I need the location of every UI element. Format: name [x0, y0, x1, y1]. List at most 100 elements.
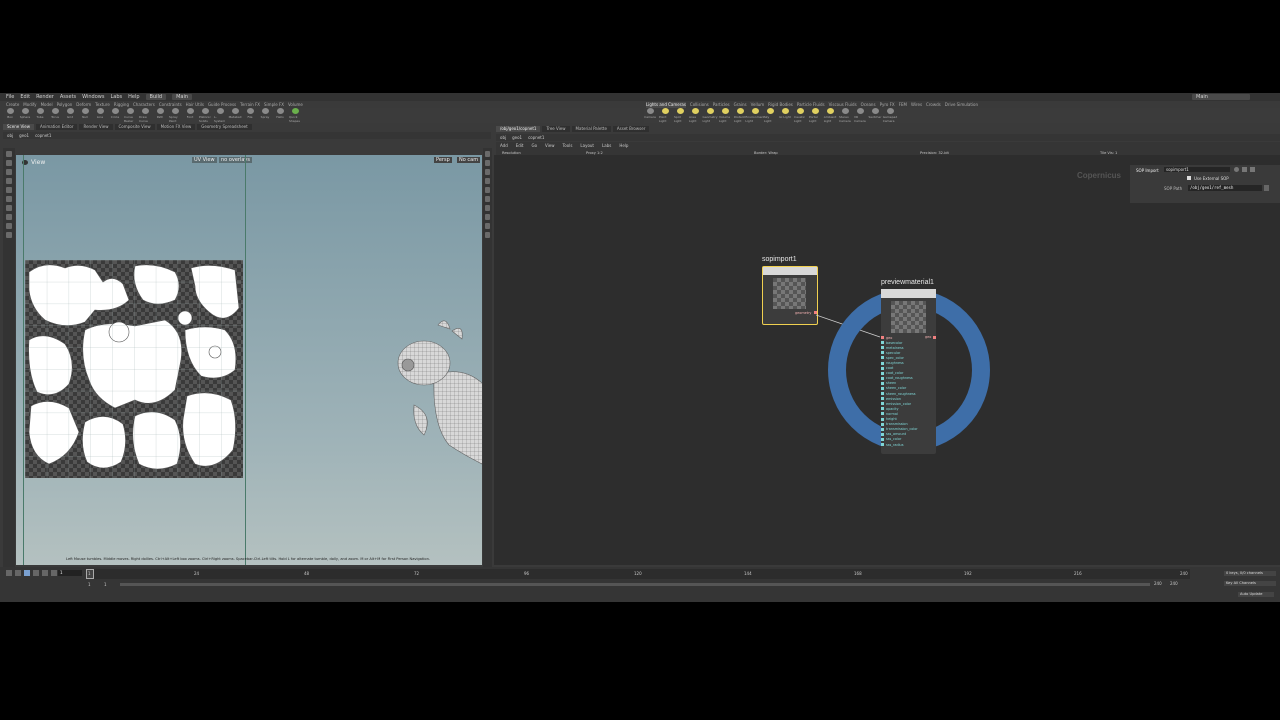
- timeline-track[interactable]: 1 24 48 72 96 120 144 168 192 216 240: [86, 569, 1190, 579]
- input-port[interactable]: transmission_color: [881, 427, 918, 432]
- net-menu-layout[interactable]: Layout: [580, 143, 594, 148]
- tool-circle[interactable]: Circle: [109, 108, 121, 119]
- tab-animation-editor[interactable]: Animation Editor: [35, 124, 78, 130]
- camera-menu[interactable]: No cam: [457, 157, 481, 163]
- menu-assets[interactable]: Assets: [60, 94, 76, 100]
- tab-render-view[interactable]: Render View: [79, 124, 113, 130]
- tool-platonic[interactable]: Platonic Solids: [199, 108, 211, 123]
- step-forward-icon[interactable]: [42, 570, 48, 576]
- input-port[interactable]: sheen_roughness: [881, 391, 918, 396]
- tool-lsystem[interactable]: L-System: [214, 108, 226, 123]
- tool-spray-paint[interactable]: Spray Paint: [169, 108, 181, 123]
- tab-material-palette[interactable]: Material Palette: [571, 126, 611, 132]
- desktop-right[interactable]: Main: [1192, 94, 1250, 100]
- current-frame-field[interactable]: 1: [58, 570, 82, 576]
- camera-persp-menu[interactable]: Persp: [434, 157, 452, 163]
- net-menu-view[interactable]: View: [545, 143, 555, 148]
- tool-gamepad-camera[interactable]: Gamepad Camera: [883, 108, 897, 123]
- tool-portal-light[interactable]: Portal Light: [809, 108, 821, 123]
- tool-box[interactable]: Box: [4, 108, 16, 119]
- node-chooser-icon[interactable]: [1264, 185, 1269, 191]
- overlays-dropdown[interactable]: no overlays: [219, 157, 252, 163]
- display-icon[interactable]: [485, 151, 490, 157]
- keys-info[interactable]: 0 keys, 0/0 channels: [1224, 571, 1276, 576]
- resolution-label[interactable]: Resolution: [502, 151, 521, 155]
- tool-draw-curve[interactable]: Draw Curve: [139, 108, 151, 123]
- tool-spray[interactable]: Spray: [259, 108, 271, 119]
- net-menu-labs[interactable]: Labs: [602, 143, 611, 148]
- net-menu-go[interactable]: Go: [532, 143, 538, 148]
- node-name-field[interactable]: sopimport1: [1164, 167, 1230, 172]
- tab-scene-view[interactable]: Scene View: [3, 124, 34, 130]
- tool-line[interactable]: Line: [94, 108, 106, 119]
- tab-network[interactable]: /obj/geo1/copnet1: [496, 126, 541, 132]
- move-icon[interactable]: [6, 160, 12, 166]
- tool-grid[interactable]: Grid: [64, 108, 76, 119]
- border-label[interactable]: Border: Wrap: [754, 151, 778, 155]
- tool-stereo-camera[interactable]: Stereo Camera: [839, 108, 851, 123]
- tool-volume-light[interactable]: Volume Light: [719, 108, 731, 123]
- scene-viewport[interactable]: View UV View no overlays Persp No cam Le…: [16, 155, 482, 565]
- range-end-field[interactable]: 240: [1154, 581, 1162, 586]
- tool-null[interactable]: Null: [79, 108, 91, 119]
- tool-switcher[interactable]: Switcher: [869, 108, 882, 119]
- tool-quick-shapes[interactable]: Quick Shapes: [289, 108, 301, 123]
- step-back-icon[interactable]: [15, 570, 21, 576]
- range-end2-field[interactable]: 240: [1170, 581, 1178, 586]
- net-menu-tools[interactable]: Tools: [563, 143, 573, 148]
- menu-render[interactable]: Render: [36, 94, 54, 100]
- proxy-label[interactable]: Proxy 1:2: [586, 151, 603, 155]
- info-icon[interactable]: [1250, 167, 1255, 172]
- paint-icon[interactable]: [6, 223, 12, 229]
- path-obj[interactable]: obj: [500, 135, 506, 140]
- auto-update-button[interactable]: Auto Update: [1238, 592, 1274, 597]
- tool-distant-light[interactable]: Distant Light: [734, 108, 746, 123]
- play-icon[interactable]: [33, 570, 39, 576]
- desktop-main[interactable]: Main: [172, 94, 193, 100]
- net-menu-help[interactable]: Help: [619, 143, 628, 148]
- range-slider[interactable]: [120, 583, 1150, 586]
- gear-icon[interactable]: [1234, 167, 1239, 172]
- jump-end-icon[interactable]: [51, 570, 57, 576]
- range-start2-field[interactable]: 1: [104, 582, 107, 587]
- points-icon[interactable]: [485, 196, 490, 202]
- normals-icon[interactable]: [485, 205, 490, 211]
- tool-area-light[interactable]: Area Light: [689, 108, 701, 123]
- tool-hello[interactable]: Hello: [274, 108, 286, 119]
- uv-view-dropdown[interactable]: UV View: [192, 157, 217, 163]
- output-port[interactable]: [933, 336, 936, 339]
- help-icon[interactable]: [1242, 167, 1247, 172]
- use-external-checkbox[interactable]: [1187, 176, 1191, 180]
- pose-icon[interactable]: [6, 196, 12, 202]
- handle-icon[interactable]: [6, 187, 12, 193]
- path-geo1[interactable]: geo1: [512, 135, 522, 140]
- tool-metaball[interactable]: Metaball: [229, 108, 241, 119]
- snap-icon[interactable]: [6, 214, 12, 220]
- tool-file[interactable]: File: [244, 108, 256, 119]
- tool-environment-light[interactable]: Environment Light: [745, 108, 765, 123]
- sop-path-field[interactable]: /obj/geo1/ref_mesh: [1188, 185, 1262, 191]
- tile-label[interactable]: Tile Vis: 1: [1100, 151, 1117, 155]
- input-port[interactable]: sss_radius: [881, 442, 918, 447]
- stop-icon[interactable]: [24, 570, 30, 576]
- tool-camera[interactable]: Camera: [644, 108, 656, 119]
- precision-label[interactable]: Precision: 32-bit: [920, 151, 949, 155]
- grid-icon[interactable]: [485, 232, 490, 238]
- menu-windows[interactable]: Windows: [82, 94, 104, 100]
- tool-gi-light[interactable]: GI Light: [779, 108, 791, 119]
- tool-tube[interactable]: Tube: [34, 108, 46, 119]
- tool-sphere[interactable]: Sphere: [19, 108, 31, 119]
- tool-curve-bezier[interactable]: Curve Bezier: [124, 108, 136, 123]
- lights-icon[interactable]: [485, 160, 490, 166]
- menu-help[interactable]: Help: [128, 94, 139, 100]
- tool-font[interactable]: Font: [184, 108, 196, 119]
- path-geo1[interactable]: geo1: [19, 133, 29, 138]
- tool-point-light[interactable]: Point Light: [659, 108, 671, 123]
- tab-composite-view[interactable]: Composite View: [114, 124, 155, 130]
- scale-icon[interactable]: [6, 178, 12, 184]
- tool-path[interactable]: Path: [154, 108, 166, 119]
- tool-ambient-light[interactable]: Ambient Light: [824, 108, 836, 123]
- network-editor[interactable]: Copernicus SOP Import sopimport1 Use Ext…: [494, 155, 1280, 565]
- tool-sky-light[interactable]: Sky Light: [764, 108, 776, 123]
- net-menu-edit[interactable]: Edit: [516, 143, 524, 148]
